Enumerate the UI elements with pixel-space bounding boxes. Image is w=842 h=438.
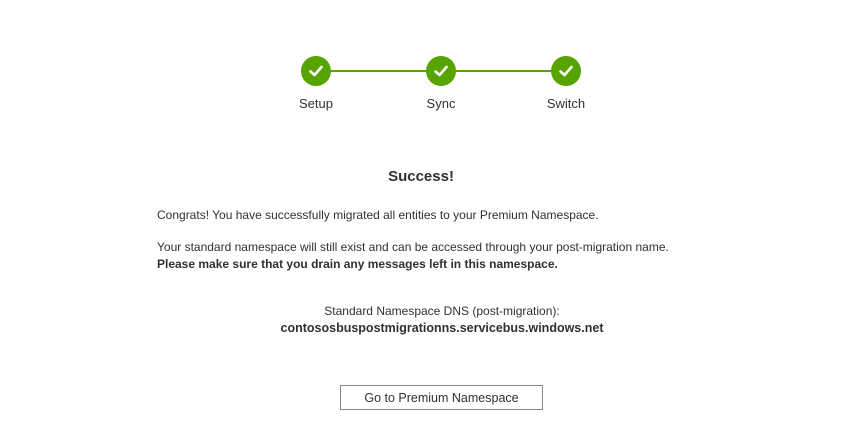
checkmark-icon: [551, 56, 581, 86]
step-label: Setup: [299, 96, 333, 111]
checkmark-icon: [301, 56, 331, 86]
drain-warning-text: Please make sure that you drain any mess…: [157, 257, 558, 271]
namespace-info-text: Your standard namespace will still exist…: [157, 240, 669, 254]
migration-success-page: Setup Sync Switch Success! Congrats! You…: [0, 0, 842, 438]
namespace-info-message: Your standard namespace will still exist…: [157, 239, 757, 273]
migration-stepper: Setup Sync Switch: [0, 54, 842, 124]
success-title: Success!: [388, 168, 454, 185]
step-setup: Setup: [266, 54, 366, 111]
dns-section: Standard Namespace DNS (post-migration):…: [0, 303, 842, 337]
step-label: Sync: [426, 96, 456, 111]
checkmark-icon: [426, 56, 456, 86]
go-to-premium-namespace-button[interactable]: Go to Premium Namespace: [340, 385, 543, 410]
congrats-message: Congrats! You have successfully migrated…: [157, 208, 599, 222]
step-label: Switch: [546, 96, 586, 111]
dns-label: Standard Namespace DNS (post-migration):: [324, 304, 560, 318]
dns-value: contososbuspostmigrationns.servicebus.wi…: [280, 321, 604, 335]
step-sync: Sync: [391, 54, 491, 111]
step-switch: Switch: [516, 54, 616, 111]
